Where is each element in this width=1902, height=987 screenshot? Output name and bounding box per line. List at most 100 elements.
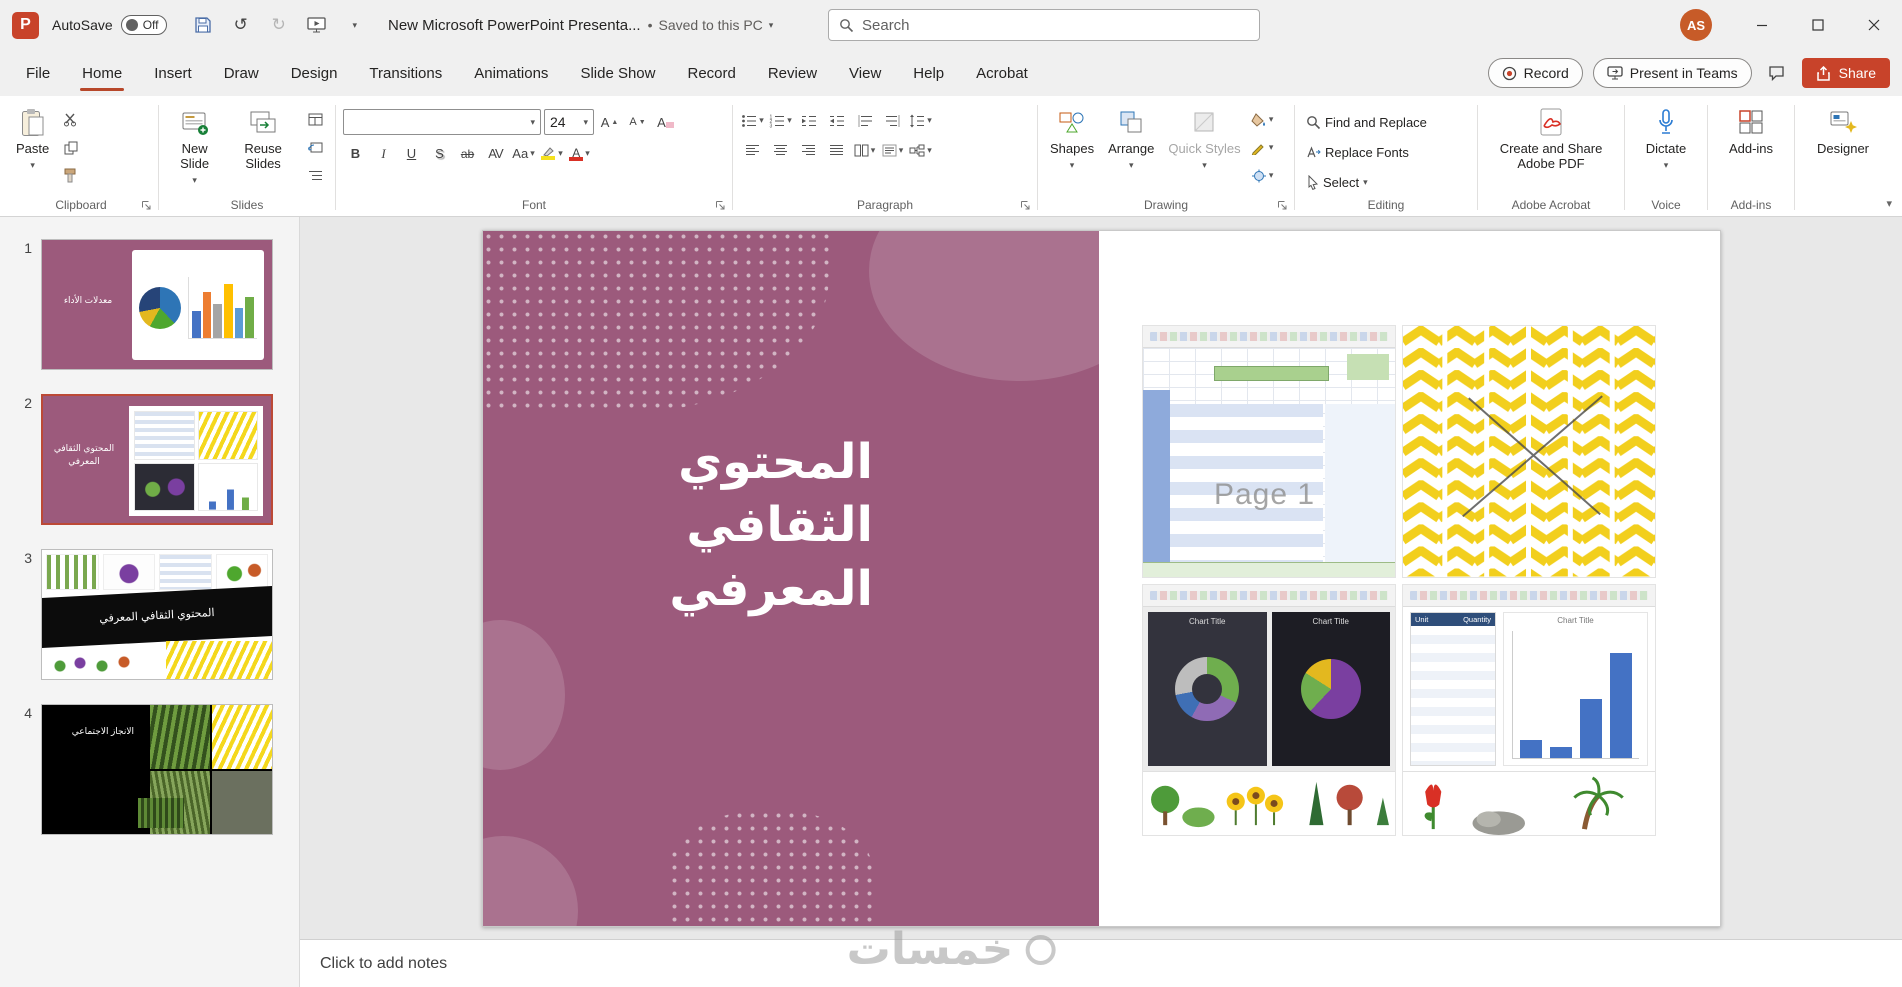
increase-indent-button[interactable] [824,109,849,132]
format-painter-button[interactable] [58,164,83,187]
clear-formatting-button[interactable]: A [653,111,678,134]
tab-insert[interactable]: Insert [138,50,208,96]
save-icon[interactable] [192,14,214,36]
character-spacing-button[interactable]: AV [483,142,508,165]
text-shadow-button[interactable]: S [427,142,452,165]
record-button[interactable]: Record [1487,58,1583,88]
text-highlight-button[interactable]: ▾ [539,142,564,165]
autosave-toggle[interactable]: Off [120,15,167,35]
slide-canvas-area[interactable]: المحتوي الثقافي المعرفي Chart Title Char… [300,217,1902,939]
comments-button[interactable] [1762,58,1792,88]
slide-collage-image[interactable]: Chart Title Chart Title Unit Quantity Ch… [1142,325,1656,836]
font-size-combobox[interactable]: 24 ▾ [544,109,594,135]
powerpoint-logo-icon[interactable]: P [12,11,39,39]
share-button[interactable]: Share [1801,58,1890,88]
document-title[interactable]: New Microsoft PowerPoint Presenta... [388,17,641,34]
replace-fonts-button[interactable]: Replace Fonts [1302,140,1470,164]
align-center-button[interactable] [768,139,793,162]
decrease-indent-button[interactable] [796,109,821,132]
tab-acrobat[interactable]: Acrobat [960,50,1044,96]
present-in-teams-button[interactable]: Present in Teams [1592,58,1752,88]
dictate-button[interactable]: Dictate ▾ [1641,102,1691,196]
columns-button[interactable]: ▾ [852,139,877,162]
tab-file[interactable]: File [10,50,66,96]
thumbnail-preview-3[interactable]: المحتوي الثقافي المعرفي [41,549,273,680]
maximize-button[interactable] [1790,0,1846,50]
customize-qat-chevron-icon[interactable]: ▾ [344,14,366,36]
redo-icon[interactable]: ↻ [268,14,290,36]
search-input[interactable] [862,16,1249,34]
font-name-combobox[interactable]: ▾ [343,109,541,135]
text-direction-ltr-button[interactable] [852,109,877,132]
avatar[interactable]: AS [1680,9,1712,41]
find-and-replace-button[interactable]: Find and Replace [1302,110,1470,134]
strikethrough-button[interactable]: ab [455,142,480,165]
numbering-button[interactable]: 1 2 3 ▾ [768,109,793,132]
reset-slide-button[interactable] [303,136,328,159]
cut-button[interactable] [58,108,83,131]
align-left-button[interactable] [740,139,765,162]
underline-button[interactable]: U [399,142,424,165]
reuse-slides-button[interactable]: Reuse Slides [227,102,299,196]
clipboard-dialog-launcher[interactable] [141,200,152,211]
tab-review[interactable]: Review [752,50,833,96]
slide-thumbnail-4[interactable]: 4 الانجاز الاجتماعي [16,704,289,835]
slide-title-textbox[interactable]: المحتوي الثقافي المعرفي [571,431,873,621]
paragraph-dialog-launcher[interactable] [1020,200,1031,211]
tab-view[interactable]: View [833,50,897,96]
drawing-dialog-launcher[interactable] [1277,200,1288,211]
paste-button[interactable]: Paste ▾ [11,102,54,196]
section-button[interactable] [303,164,328,187]
tab-draw[interactable]: Draw [208,50,275,96]
shape-outline-button[interactable]: ▾ [1250,136,1275,159]
decrease-font-size-button[interactable]: A ▼ [625,111,650,134]
tab-help[interactable]: Help [897,50,960,96]
current-slide[interactable]: المحتوي الثقافي المعرفي Chart Title Char… [482,230,1721,927]
addins-button[interactable]: Add-ins [1724,102,1778,196]
line-spacing-button[interactable]: ▾ [908,109,933,132]
search-bar[interactable] [828,9,1260,41]
align-text-button[interactable]: ▾ [880,139,905,162]
font-dialog-launcher[interactable] [715,200,726,211]
minimize-button[interactable] [1734,0,1790,50]
justify-button[interactable] [824,139,849,162]
create-share-pdf-button[interactable]: Create and Share Adobe PDF [1485,102,1617,196]
shapes-button[interactable]: Shapes ▾ [1045,102,1099,196]
font-color-button[interactable]: A ▾ [567,142,592,165]
align-right-button[interactable] [796,139,821,162]
collapse-ribbon-chevron-icon[interactable]: ▾ [1886,197,1892,210]
select-button[interactable]: Select ▾ [1302,170,1470,194]
text-direction-rtl-button[interactable] [880,109,905,132]
italic-button[interactable]: I [371,142,396,165]
tab-slide-show[interactable]: Slide Show [564,50,671,96]
thumbnail-preview-2[interactable]: المحتوي الثقافي المعرفي [41,394,273,525]
bullets-button[interactable]: ▾ [740,109,765,132]
change-case-button[interactable]: Aa ▾ [511,142,536,165]
saved-status[interactable]: • Saved to this PC ▾ [648,17,774,33]
designer-button[interactable]: Designer [1812,102,1874,196]
tab-home[interactable]: Home [66,50,138,96]
undo-icon[interactable]: ↺ [230,14,252,36]
document-title-area[interactable]: New Microsoft PowerPoint Presenta... • S… [388,0,773,50]
tab-design[interactable]: Design [275,50,354,96]
slide-thumbnail-panel[interactable]: 1 معدلات الأداء 2 المحتوي الثقافي المعرف… [0,217,300,987]
slide-thumbnail-2[interactable]: 2 المحتوي الثقافي المعرفي [16,394,289,525]
convert-to-smartart-button[interactable]: ▾ [908,139,933,162]
tab-animations[interactable]: Animations [458,50,564,96]
shape-fill-button[interactable]: ▾ [1250,108,1275,131]
copy-button[interactable] [58,136,83,159]
arrange-button[interactable]: Arrange ▾ [1103,102,1159,196]
slideshow-icon[interactable] [306,14,328,36]
tab-transitions[interactable]: Transitions [353,50,458,96]
bold-button[interactable]: B [343,142,368,165]
slide-layout-button[interactable] [303,108,328,131]
notes-area[interactable]: Click to add notes [300,939,1902,987]
thumbnail-preview-1[interactable]: معدلات الأداء [41,239,273,370]
new-slide-button[interactable]: New Slide ▾ [166,102,223,196]
slide-thumbnail-3[interactable]: 3 المحتوي الثقافي المعرفي [16,549,289,680]
increase-font-size-button[interactable]: A ▲ [597,111,622,134]
slide-thumbnail-1[interactable]: 1 معدلات الأداء [16,239,289,370]
quick-styles-button[interactable]: Quick Styles ▾ [1163,102,1245,196]
tab-record[interactable]: Record [671,50,751,96]
thumbnail-preview-4[interactable]: الانجاز الاجتماعي [41,704,273,835]
